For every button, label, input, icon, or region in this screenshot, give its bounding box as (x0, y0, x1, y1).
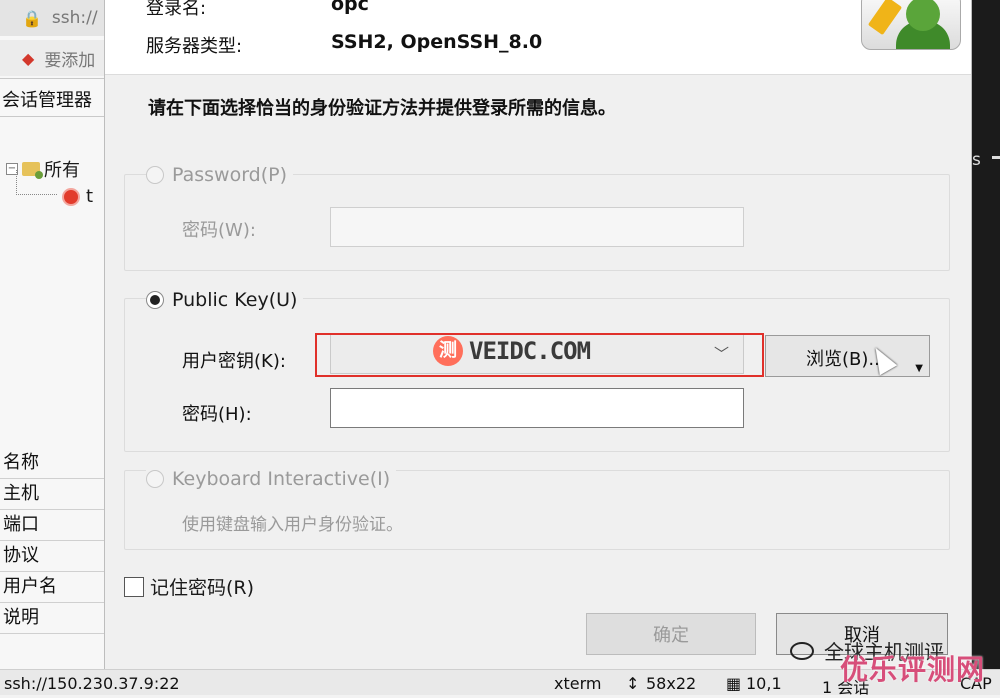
tree-session-label: t (86, 186, 94, 207)
cursor-position-icon: ▦ (726, 674, 742, 693)
resize-icon: ↕ (626, 674, 640, 693)
watermark-badge: 测 (433, 336, 463, 366)
user-key-label: 用户密钥(K): (182, 351, 286, 372)
wechat-icon (790, 641, 814, 660)
bookmark-icon: ◆ (22, 48, 35, 68)
password-radio-label: Password(P) (172, 164, 288, 186)
lock-icon: 🔒 (22, 8, 42, 28)
browser-tab-bookmark[interactable]: ◆ 要添加 (0, 40, 104, 76)
browser-tab-ssh[interactable]: 🔒 ssh:// (0, 0, 104, 36)
property-username: 用户名 (0, 572, 104, 603)
keyboard-interactive-description: 使用键盘输入用户身份验证。 (182, 515, 403, 535)
public-key-radio[interactable]: Public Key(U) (146, 289, 304, 311)
browse-button[interactable]: 浏览(B)... ▼ (765, 335, 930, 377)
properties-list: 名称 主机 端口 协议 用户名 说明 (0, 448, 104, 634)
login-name-label: 登录名: (146, 0, 207, 19)
server-type-value: SSH2, OpenSSH_8.0 (331, 31, 543, 53)
keyboard-interactive-label: Keyboard Interactive(I) (172, 468, 391, 490)
remember-password-label: 记住密码(R) (150, 577, 255, 599)
user-key-icon (861, 0, 961, 50)
center-watermark: 测 VEIDC.COM (433, 336, 591, 366)
passphrase-field[interactable] (330, 388, 744, 428)
status-terminal-type: xterm (554, 674, 602, 693)
password-field-label: 密码(W): (182, 220, 256, 241)
dialog-header: 登录名: opc 服务器类型: SSH2, OpenSSH_8.0 (105, 0, 971, 75)
dropdown-arrow-icon: ▼ (915, 363, 923, 374)
session-manager-panel: 🔒 ssh:// ◆ 要添加 会话管理器 − 所有 t 名称 主机 端口 协议 … (0, 0, 104, 694)
instruction-text: 请在下面选择恰当的身份验证方法并提供登录所需的信息。 (148, 98, 616, 119)
property-description: 说明 (0, 603, 104, 634)
terminal-text: s (972, 150, 981, 170)
watermark-text: VEIDC.COM (469, 337, 591, 365)
property-host: 主机 (0, 479, 104, 510)
session-manager-title: 会话管理器 (2, 90, 92, 111)
property-port: 端口 (0, 510, 104, 541)
public-key-radio-label: Public Key(U) (172, 289, 298, 311)
terminal-area[interactable]: s (970, 0, 1000, 694)
password-field[interactable] (330, 207, 744, 247)
remember-password-checkbox[interactable]: 记住密码(R) (124, 573, 254, 600)
login-name-value: opc (331, 0, 369, 15)
keyboard-interactive-radio[interactable]: Keyboard Interactive(I) (146, 468, 397, 490)
auth-dialog: 登录名: opc 服务器类型: SSH2, OpenSSH_8.0 请在下面选择… (104, 0, 972, 669)
password-radio[interactable]: Password(P) (146, 164, 294, 186)
corner-watermark: 优乐评测网 (840, 653, 986, 686)
session-icon (62, 187, 80, 206)
status-size: 58x22 (646, 674, 697, 693)
radio-icon[interactable] (146, 470, 164, 488)
tab-label: 要添加 (44, 50, 96, 71)
status-connection: ssh://150.230.37.9:22 (4, 674, 180, 693)
radio-selected-icon[interactable] (146, 291, 164, 309)
server-type-label: 服务器类型: (146, 36, 243, 57)
property-protocol: 协议 (0, 541, 104, 572)
tab-label: ssh:// (51, 8, 98, 28)
passphrase-label: 密码(H): (182, 404, 252, 425)
status-cursor-pos: 10,1 (746, 674, 782, 693)
ok-button[interactable]: 确定 (586, 613, 756, 655)
checkbox-icon[interactable] (124, 576, 144, 597)
radio-icon[interactable] (146, 166, 164, 184)
tree-session-item[interactable]: t (62, 186, 93, 207)
property-name: 名称 (0, 448, 104, 479)
